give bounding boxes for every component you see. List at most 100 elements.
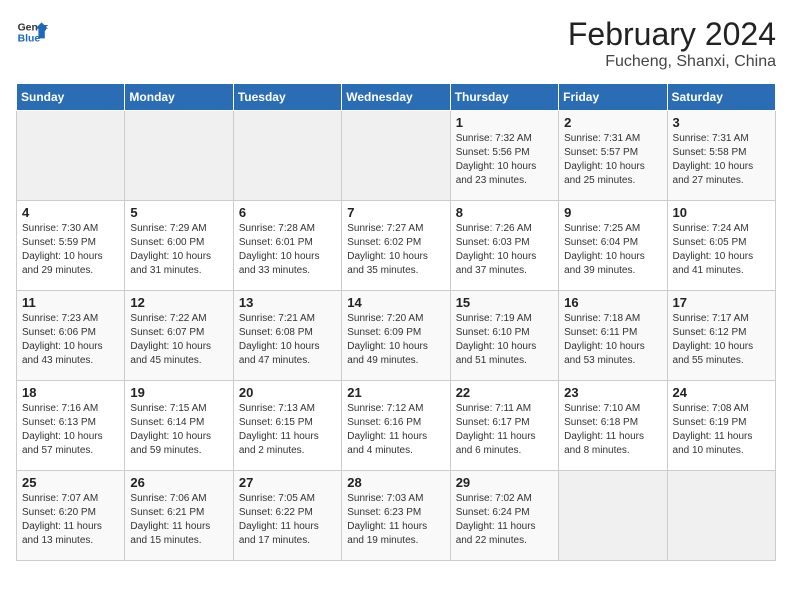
calendar-cell: 16Sunrise: 7:18 AM Sunset: 6:11 PM Dayli… (559, 291, 667, 381)
calendar-cell: 8Sunrise: 7:26 AM Sunset: 6:03 PM Daylig… (450, 201, 558, 291)
day-number: 19 (130, 385, 227, 400)
day-info: Sunrise: 7:25 AM Sunset: 6:04 PM Dayligh… (564, 222, 661, 278)
day-info: Sunrise: 7:18 AM Sunset: 6:11 PM Dayligh… (564, 312, 661, 368)
column-header-tuesday: Tuesday (233, 84, 341, 111)
calendar-header-row: SundayMondayTuesdayWednesdayThursdayFrid… (17, 84, 776, 111)
calendar-cell: 3 Sunrise: 7:31 AM Sunset: 5:58 PM Daylig… (667, 111, 775, 201)
day-number: 18 (22, 385, 119, 400)
day-number: 6 (239, 205, 336, 220)
calendar-cell: 17Sunrise: 7:17 AM Sunset: 6:12 PM Dayli… (667, 291, 775, 381)
column-header-wednesday: Wednesday (342, 84, 450, 111)
calendar-cell (233, 111, 341, 201)
day-number: 5 (130, 205, 227, 220)
calendar-week-5: 25 Sunrise: 7:07 AM Sunset: 6:20 PM Dayli… (17, 471, 776, 561)
calendar-cell: 22Sunrise: 7:11 AM Sunset: 6:17 PM Dayli… (450, 381, 558, 471)
day-info: Sunrise: 7:31 AM Sunset: 5:58 PM Dayligh… (673, 132, 770, 188)
calendar-week-1: 1 Sunrise: 7:32 AM Sunset: 5:56 PM Daylig… (17, 111, 776, 201)
day-info: Sunrise: 7:24 AM Sunset: 6:05 PM Dayligh… (673, 222, 770, 278)
day-number: 20 (239, 385, 336, 400)
day-info: Sunrise: 7:11 AM Sunset: 6:17 PM Dayligh… (456, 402, 553, 458)
day-info: Sunrise: 7:32 AM Sunset: 5:56 PM Dayligh… (456, 132, 553, 188)
calendar-week-3: 11 Sunrise: 7:23 AM Sunset: 6:06 PM Dayli… (17, 291, 776, 381)
day-info: Sunrise: 7:16 AM Sunset: 6:13 PM Dayligh… (22, 402, 119, 458)
column-header-friday: Friday (559, 84, 667, 111)
calendar-cell: 4 Sunrise: 7:30 AM Sunset: 5:59 PM Daylig… (17, 201, 125, 291)
calendar-cell (559, 471, 667, 561)
day-number: 1 (456, 115, 553, 130)
day-info: Sunrise: 7:10 AM Sunset: 6:18 PM Dayligh… (564, 402, 661, 458)
main-title: February 2024 (568, 16, 776, 53)
day-number: 11 (22, 295, 119, 310)
day-info: Sunrise: 7:03 AM Sunset: 6:23 PM Dayligh… (347, 492, 444, 548)
subtitle: Fucheng, Shanxi, China (568, 53, 776, 71)
calendar-cell: 28 Sunrise: 7:03 AM Sunset: 6:23 PM Dayli… (342, 471, 450, 561)
day-info: Sunrise: 7:30 AM Sunset: 5:59 PM Dayligh… (22, 222, 119, 278)
calendar-cell (342, 111, 450, 201)
day-info: Sunrise: 7:27 AM Sunset: 6:02 PM Dayligh… (347, 222, 444, 278)
calendar-cell: 15 Sunrise: 7:19 AM Sunset: 6:10 PM Dayli… (450, 291, 558, 381)
day-number: 15 (456, 295, 553, 310)
calendar-cell (125, 111, 233, 201)
calendar-cell (17, 111, 125, 201)
day-info: Sunrise: 7:12 AM Sunset: 6:16 PM Dayligh… (347, 402, 444, 458)
day-number: 24 (673, 385, 770, 400)
day-info: Sunrise: 7:23 AM Sunset: 6:06 PM Dayligh… (22, 312, 119, 368)
day-info: Sunrise: 7:31 AM Sunset: 5:57 PM Dayligh… (564, 132, 661, 188)
header: General Blue February 2024 Fucheng, Shan… (16, 16, 776, 71)
column-header-thursday: Thursday (450, 84, 558, 111)
column-header-sunday: Sunday (17, 84, 125, 111)
day-info: Sunrise: 7:29 AM Sunset: 6:00 PM Dayligh… (130, 222, 227, 278)
day-info: Sunrise: 7:19 AM Sunset: 6:10 PM Dayligh… (456, 312, 553, 368)
day-number: 25 (22, 475, 119, 490)
calendar-cell: 25 Sunrise: 7:07 AM Sunset: 6:20 PM Dayli… (17, 471, 125, 561)
day-info: Sunrise: 7:13 AM Sunset: 6:15 PM Dayligh… (239, 402, 336, 458)
calendar-cell: 13Sunrise: 7:21 AM Sunset: 6:08 PM Dayli… (233, 291, 341, 381)
day-number: 2 (564, 115, 661, 130)
day-info: Sunrise: 7:07 AM Sunset: 6:20 PM Dayligh… (22, 492, 119, 548)
calendar-cell: 19 Sunrise: 7:15 AM Sunset: 6:14 PM Dayli… (125, 381, 233, 471)
day-info: Sunrise: 7:21 AM Sunset: 6:08 PM Dayligh… (239, 312, 336, 368)
svg-text:Blue: Blue (18, 34, 41, 45)
day-number: 9 (564, 205, 661, 220)
day-info: Sunrise: 7:06 AM Sunset: 6:21 PM Dayligh… (130, 492, 227, 548)
day-number: 14 (347, 295, 444, 310)
calendar-week-2: 4 Sunrise: 7:30 AM Sunset: 5:59 PM Daylig… (17, 201, 776, 291)
day-info: Sunrise: 7:08 AM Sunset: 6:19 PM Dayligh… (673, 402, 770, 458)
calendar-table: SundayMondayTuesdayWednesdayThursdayFrid… (16, 83, 776, 561)
day-number: 3 (673, 115, 770, 130)
calendar-cell: 12 Sunrise: 7:22 AM Sunset: 6:07 PM Dayli… (125, 291, 233, 381)
day-number: 27 (239, 475, 336, 490)
calendar-cell: 9 Sunrise: 7:25 AM Sunset: 6:04 PM Daylig… (559, 201, 667, 291)
column-header-saturday: Saturday (667, 84, 775, 111)
logo-icon: General Blue (16, 16, 48, 48)
calendar-cell: 14 Sunrise: 7:20 AM Sunset: 6:09 PM Dayli… (342, 291, 450, 381)
calendar-week-4: 18 Sunrise: 7:16 AM Sunset: 6:13 PM Dayli… (17, 381, 776, 471)
day-number: 10 (673, 205, 770, 220)
calendar-cell: 7Sunrise: 7:27 AM Sunset: 6:02 PM Daylig… (342, 201, 450, 291)
day-number: 28 (347, 475, 444, 490)
day-info: Sunrise: 7:28 AM Sunset: 6:01 PM Dayligh… (239, 222, 336, 278)
calendar-cell: 6 Sunrise: 7:28 AM Sunset: 6:01 PM Daylig… (233, 201, 341, 291)
calendar-cell: 23 Sunrise: 7:10 AM Sunset: 6:18 PM Dayli… (559, 381, 667, 471)
calendar-cell: 1 Sunrise: 7:32 AM Sunset: 5:56 PM Daylig… (450, 111, 558, 201)
title-area: February 2024 Fucheng, Shanxi, China (568, 16, 776, 71)
day-info: Sunrise: 7:17 AM Sunset: 6:12 PM Dayligh… (673, 312, 770, 368)
day-number: 4 (22, 205, 119, 220)
calendar-cell: 11 Sunrise: 7:23 AM Sunset: 6:06 PM Dayli… (17, 291, 125, 381)
calendar-cell: 21 Sunrise: 7:12 AM Sunset: 6:16 PM Dayli… (342, 381, 450, 471)
calendar-cell: 26Sunrise: 7:06 AM Sunset: 6:21 PM Dayli… (125, 471, 233, 561)
calendar-cell: 24 Sunrise: 7:08 AM Sunset: 6:19 PM Dayli… (667, 381, 775, 471)
calendar-cell: 29Sunrise: 7:02 AM Sunset: 6:24 PM Dayli… (450, 471, 558, 561)
day-info: Sunrise: 7:15 AM Sunset: 6:14 PM Dayligh… (130, 402, 227, 458)
calendar-cell (667, 471, 775, 561)
day-info: Sunrise: 7:22 AM Sunset: 6:07 PM Dayligh… (130, 312, 227, 368)
day-number: 23 (564, 385, 661, 400)
day-number: 21 (347, 385, 444, 400)
calendar-cell: 27 Sunrise: 7:05 AM Sunset: 6:22 PM Dayli… (233, 471, 341, 561)
day-number: 8 (456, 205, 553, 220)
day-info: Sunrise: 7:20 AM Sunset: 6:09 PM Dayligh… (347, 312, 444, 368)
calendar-cell: 18 Sunrise: 7:16 AM Sunset: 6:13 PM Dayli… (17, 381, 125, 471)
day-number: 12 (130, 295, 227, 310)
logo: General Blue (16, 16, 48, 48)
day-info: Sunrise: 7:05 AM Sunset: 6:22 PM Dayligh… (239, 492, 336, 548)
